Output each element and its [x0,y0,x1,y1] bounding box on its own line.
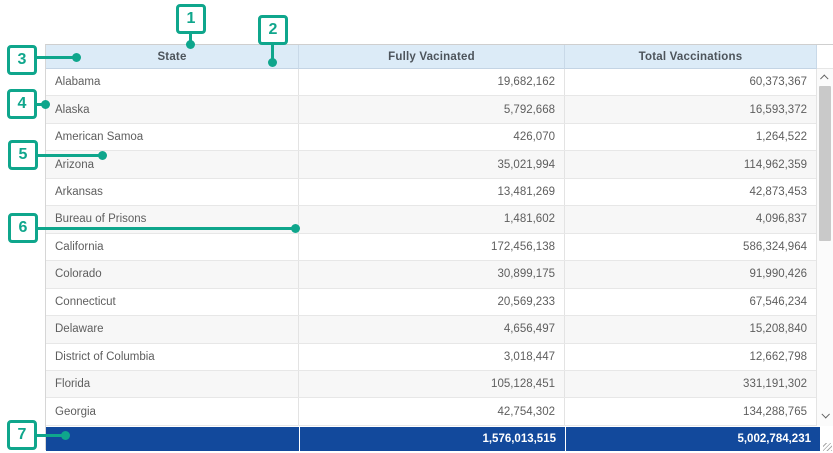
total-vaccinations-cell: 67,546,234 [565,289,817,315]
fully-vaccinated-cell: 20,569,233 [299,289,565,315]
total-vaccinations-cell: 114,962,359 [565,151,817,177]
fully-vaccinated-cell: 105,128,451 [299,371,565,397]
chevron-up-icon [820,74,828,82]
table-row[interactable]: Arkansas 13,481,269 42,873,453 [46,179,817,206]
totals-total-vaccinations-cell: 5,002,784,231 [566,427,820,451]
table-row[interactable]: Florida 105,128,451 331,191,302 [46,371,817,398]
fully-vaccinated-cell: 19,682,162 [299,69,565,95]
totals-row: 1,576,013,515 5,002,784,231 [46,426,819,451]
header-scrollbar-spacer [817,45,833,69]
table-row[interactable]: District of Columbia 3,018,447 12,662,79… [46,344,817,371]
total-vaccinations-cell: 42,873,453 [565,179,817,205]
table-header-row: State Fully Vacinated Total Vaccinations [46,45,833,69]
total-vaccinations-cell: 91,990,426 [565,261,817,287]
table-row[interactable]: Georgia 42,754,302 134,288,765 [46,398,817,425]
callout-7-connector [35,434,64,437]
callout-3-marker: 3 [7,45,37,75]
total-vaccinations-cell: 4,096,837 [565,206,817,232]
fully-vaccinated-cell: 42,754,302 [299,398,565,424]
callout-3-connector [35,56,75,59]
column-header-state[interactable]: State [46,45,299,69]
fully-vaccinated-cell: 4,656,497 [299,316,565,342]
callout-1-marker: 1 [176,4,206,34]
callout-2-marker: 2 [258,15,288,45]
totals-state-cell [46,427,299,451]
column-header-fully-vaccinated[interactable]: Fully Vacinated [299,45,565,69]
fully-vaccinated-cell: 35,021,994 [299,151,565,177]
table-row[interactable]: Connecticut 20,569,233 67,546,234 [46,289,817,316]
total-vaccinations-cell: 16,593,372 [565,96,817,122]
state-cell: American Samoa [46,124,299,150]
callout-6-dot [291,224,300,233]
total-vaccinations-cell: 60,373,367 [565,69,817,95]
table-body: Alabama 19,682,162 60,373,367 Alaska 5,7… [46,69,817,426]
table-row[interactable]: Delaware 4,656,497 15,208,840 [46,316,817,343]
callout-3-label: 3 [18,51,27,69]
callout-2-label: 2 [269,21,278,39]
state-cell: Georgia [46,398,299,424]
vertical-scrollbar[interactable] [816,69,833,426]
callout-3-dot [72,53,81,62]
state-cell: California [46,234,299,260]
callout-1-dot [186,40,195,49]
total-vaccinations-cell: 12,662,798 [565,344,817,370]
callout-7-label: 7 [18,426,27,444]
scroll-down-button[interactable] [817,408,833,422]
total-vaccinations-cell: 15,208,840 [565,316,817,342]
fully-vaccinated-cell: 172,456,138 [299,234,565,260]
table-row[interactable]: California 172,456,138 586,324,964 [46,234,817,261]
table-row[interactable]: Alabama 19,682,162 60,373,367 [46,69,817,96]
total-vaccinations-cell: 1,264,522 [565,124,817,150]
fully-vaccinated-cell: 1,481,602 [299,206,565,232]
total-vaccinations-cell: 586,324,964 [565,234,817,260]
table-row[interactable]: Arizona 35,021,994 114,962,359 [46,151,817,178]
chevron-down-icon [821,410,829,418]
fully-vaccinated-cell: 13,481,269 [299,179,565,205]
callout-4-label: 4 [18,95,27,113]
scrollbar-thumb[interactable] [819,86,831,241]
table-row[interactable]: Alaska 5,792,668 16,593,372 [46,96,817,123]
state-cell: Alabama [46,69,299,95]
attribute-table: State Fully Vacinated Total Vaccinations… [45,44,833,450]
fully-vaccinated-cell: 3,018,447 [299,344,565,370]
callout-5-dot [98,151,107,160]
resize-grip-icon[interactable] [823,443,832,451]
totals-fully-vaccinated-cell: 1,576,013,515 [300,427,565,451]
total-vaccinations-cell: 134,288,765 [565,398,817,424]
callout-2-dot [268,58,277,67]
table-row[interactable]: American Samoa 426,070 1,264,522 [46,124,817,151]
callout-7-dot [61,431,70,440]
callout-7-marker: 7 [7,420,37,450]
fully-vaccinated-cell: 5,792,668 [299,96,565,122]
state-cell: Delaware [46,316,299,342]
scroll-up-button[interactable] [817,71,833,85]
total-vaccinations-cell: 331,191,302 [565,371,817,397]
state-cell: Florida [46,371,299,397]
callout-5-label: 5 [19,146,28,164]
callout-1-label: 1 [187,10,196,28]
fully-vaccinated-cell: 30,899,175 [299,261,565,287]
callout-6-connector [36,227,293,230]
table-row[interactable]: Colorado 30,899,175 91,990,426 [46,261,817,288]
callout-6-marker: 6 [8,213,38,243]
callout-6-label: 6 [19,219,28,237]
state-cell: Alaska [46,96,299,122]
callout-5-connector [36,154,101,157]
attribute-table-page: State Fully Vacinated Total Vaccinations… [0,0,833,453]
state-cell: Colorado [46,261,299,287]
callout-4-dot [41,100,50,109]
callout-4-marker: 4 [7,89,37,119]
column-header-total-vaccinations[interactable]: Total Vaccinations [565,45,817,69]
fully-vaccinated-cell: 426,070 [299,124,565,150]
state-cell: District of Columbia [46,344,299,370]
state-cell: Arkansas [46,179,299,205]
state-cell: Connecticut [46,289,299,315]
callout-5-marker: 5 [8,140,38,170]
